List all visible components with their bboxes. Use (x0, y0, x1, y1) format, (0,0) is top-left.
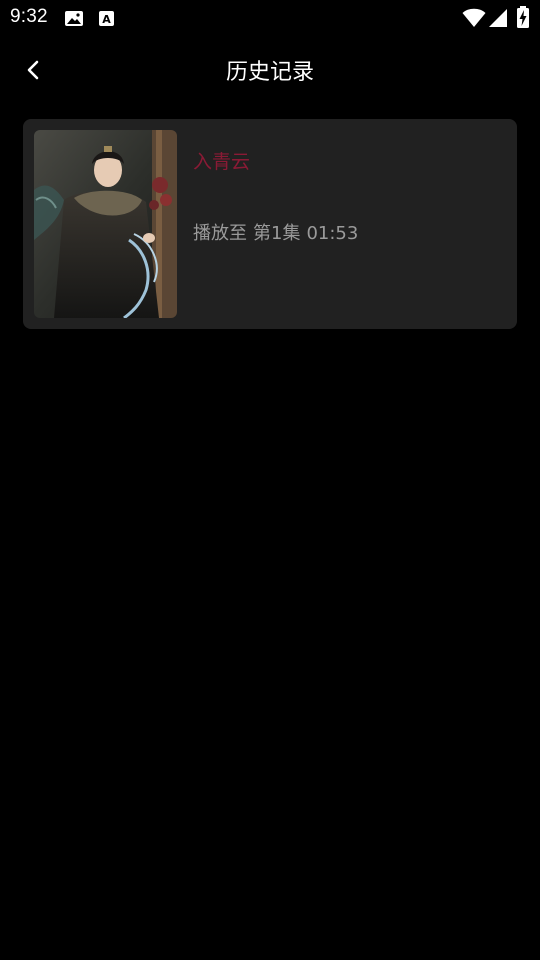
page-title: 历史记录 (225, 60, 314, 85)
battery-charging-icon (517, 6, 529, 28)
font-a-notification-icon: A (99, 11, 114, 26)
app-header: 历史记录 (0, 36, 540, 104)
status-time: 9:32 (10, 6, 48, 27)
history-list: 入青云 播放至 第1集 01:53 (23, 119, 517, 329)
history-card[interactable]: 入青云 播放至 第1集 01:53 (23, 119, 517, 329)
playback-timestamp: 01:53 (306, 223, 359, 244)
episode-label: 第1集 (253, 223, 301, 244)
drama-title: 入青云 (193, 151, 251, 173)
image-notification-icon (65, 11, 83, 26)
playback-progress: 播放至 第1集 01:53 (193, 219, 358, 245)
svg-text:A: A (102, 13, 111, 26)
cell-signal-icon (489, 9, 507, 27)
progress-prefix: 播放至 (193, 223, 247, 244)
drama-poster-image[interactable] (34, 130, 177, 318)
wifi-icon (462, 8, 486, 28)
status-bar: 9:32 A (0, 0, 540, 36)
